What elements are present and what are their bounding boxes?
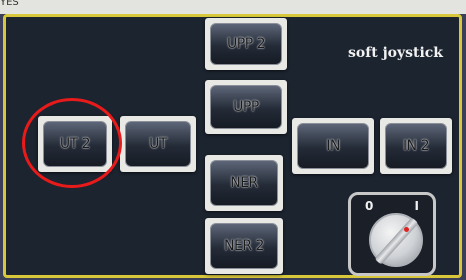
upp-label: UPP: [233, 99, 259, 115]
frame-label: YES: [0, 0, 19, 8]
screen-top-frame: YES: [0, 0, 466, 14]
upp-button-face: UPP: [210, 85, 282, 129]
ner-button-face: NER: [210, 160, 278, 206]
ut-button-face: UT: [125, 121, 191, 167]
in-button-face: IN: [297, 123, 369, 169]
in2-button[interactable]: IN 2: [380, 118, 452, 174]
in-label: IN: [326, 138, 340, 154]
ner-button[interactable]: NER: [205, 155, 283, 211]
rotary-knob-icon[interactable]: [369, 213, 423, 267]
rotary-switch[interactable]: 0 I: [348, 192, 436, 276]
in-button[interactable]: IN: [292, 118, 374, 174]
upp-button[interactable]: UPP: [205, 80, 287, 134]
ut-button[interactable]: UT: [120, 116, 196, 172]
panel-title: soft joystick: [347, 45, 443, 61]
highlight-circle: [22, 98, 122, 188]
switch-on-label: I: [414, 199, 419, 213]
ner2-button[interactable]: NER 2: [205, 218, 283, 274]
in2-label: IN 2: [403, 138, 429, 154]
ner2-label: NER 2: [224, 238, 264, 254]
in2-button-face: IN 2: [385, 123, 447, 169]
upp2-label: UPP 2: [227, 36, 266, 52]
ner-label: NER: [230, 175, 258, 191]
knob-grip: [374, 217, 419, 265]
upp2-button[interactable]: UPP 2: [205, 18, 287, 70]
ner2-button-face: NER 2: [210, 223, 278, 269]
switch-off-label: 0: [365, 199, 374, 213]
ut-label: UT: [149, 136, 167, 152]
knob-indicator-dot: [404, 227, 409, 232]
upp2-button-face: UPP 2: [210, 23, 282, 65]
